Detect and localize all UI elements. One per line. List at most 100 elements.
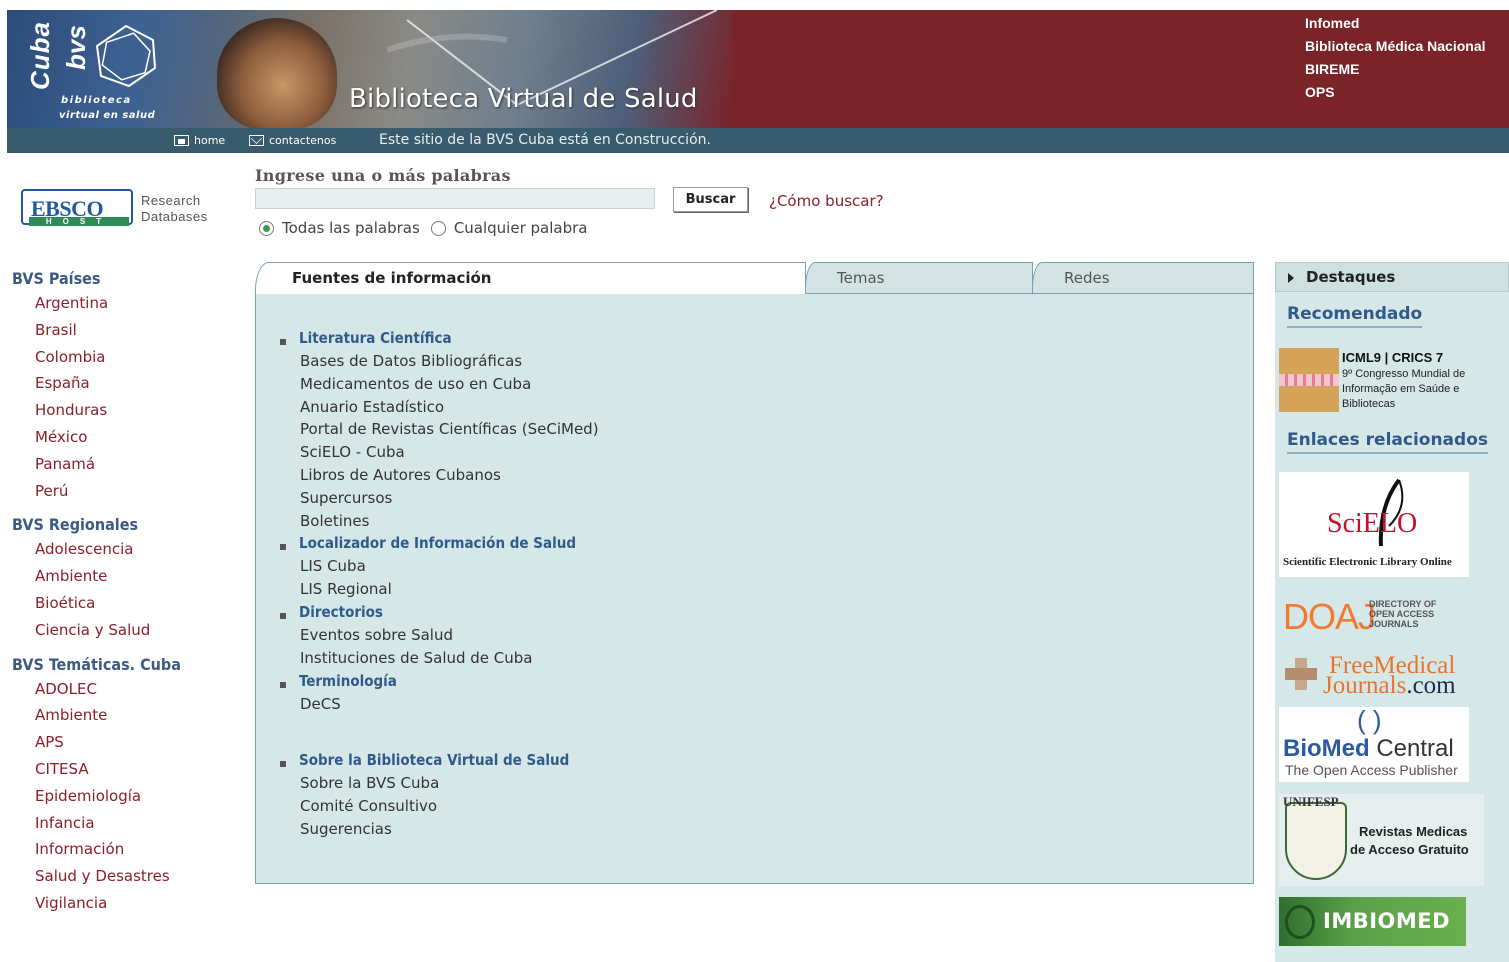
sidebar-item-panama[interactable]: Panamá: [12, 451, 181, 478]
section-directorios[interactable]: Directorios: [280, 603, 383, 621]
radio-any-word-label[interactable]: Cualquier palabra: [454, 219, 588, 237]
search-input[interactable]: [255, 188, 655, 209]
partner-link-bireme[interactable]: BIREME: [1305, 58, 1486, 81]
list-item[interactable]: Boletines: [280, 510, 599, 533]
tab-bar: Fuentes de información Temas Redes: [255, 262, 1254, 294]
fmj-journals: Journals: [1323, 672, 1407, 699]
ebsco-line-1: Research: [141, 193, 201, 208]
search-button[interactable]: Buscar: [673, 187, 748, 212]
doaj-banner[interactable]: DOAJ DIRECTORY OF OPEN ACCESS JOURNALS: [1279, 592, 1469, 637]
imbiomed-banner[interactable]: IMBIOMED: [1279, 897, 1466, 946]
home-link[interactable]: home: [174, 134, 225, 147]
logo-bvs-text: bvs: [61, 25, 91, 70]
section-sobre-bvs[interactable]: Sobre la Biblioteca Virtual de Salud: [280, 751, 569, 769]
list-item[interactable]: Anuario Estadístico: [280, 396, 599, 419]
revistas-line-1: Revistas Medicas: [1359, 824, 1468, 839]
sidebar-item-bioetica[interactable]: Bioética: [12, 590, 181, 617]
sidebar-item-mexico[interactable]: México: [12, 424, 181, 451]
sidebar-item-colombia[interactable]: Colombia: [12, 344, 181, 371]
unifesp-seal-icon: [1285, 802, 1347, 880]
ebsco-logo: EBSCO HOST: [21, 189, 133, 226]
sidebar-item-argentina[interactable]: Argentina: [12, 290, 181, 317]
construction-notice: Este sitio de la BVS Cuba está en Constr…: [379, 132, 711, 148]
radio-all-words-label[interactable]: Todas las palabras: [282, 219, 420, 237]
sidebar-item-ambiente-tematica[interactable]: Ambiente: [12, 702, 181, 729]
list-item[interactable]: Libros de Autores Cubanos: [280, 464, 599, 487]
list-item[interactable]: Medicamentos de uso en Cuba: [280, 373, 599, 396]
icml-subtitle: 9º Congresso Mundial de Informação em Sa…: [1342, 368, 1466, 410]
list-item[interactable]: Bases de Datos Bibliográficas: [280, 350, 599, 373]
list-item[interactable]: Eventos sobre Salud: [280, 624, 599, 647]
section-terminologia[interactable]: Terminología: [280, 672, 397, 690]
sidebar-item-salud-desastres[interactable]: Salud y Desastres: [12, 863, 181, 890]
sidebar-item-espana[interactable]: España: [12, 370, 181, 397]
sidebar-item-ciencia-salud[interactable]: Ciencia y Salud: [12, 617, 181, 644]
doaj-mark: DOAJ: [1283, 596, 1376, 637]
sidebar-item-adolescencia[interactable]: Adolescencia: [12, 536, 181, 563]
tab-temas[interactable]: Temas: [805, 262, 1033, 294]
sidebar-item-ambiente-regional[interactable]: Ambiente: [12, 563, 181, 590]
partner-links: Infomed Biblioteca Médica Nacional BIREM…: [1305, 12, 1486, 104]
list-item[interactable]: Instituciones de Salud de Cuba: [280, 647, 599, 670]
radio-all-words[interactable]: [259, 220, 274, 236]
ebsco-host: HOST: [29, 217, 129, 226]
header-banner: Cuba bvs biblioteca virtual en salud Bib…: [7, 10, 1509, 128]
sidebar-item-adolec[interactable]: ADOLEC: [12, 676, 181, 703]
list-item[interactable]: LIS Regional: [280, 578, 599, 601]
section-literatura-cientifica[interactable]: Literatura Científica: [280, 329, 452, 347]
list-item[interactable]: Comité Consultivo: [280, 795, 599, 818]
envelope-icon: [249, 135, 264, 146]
partner-link-bmn[interactable]: Biblioteca Médica Nacional: [1305, 35, 1486, 58]
list-item[interactable]: DeCS: [280, 693, 599, 716]
list-item[interactable]: Supercursos: [280, 487, 599, 510]
unifesp-name: UNIFESP: [1283, 794, 1339, 809]
biomed-subtitle: The Open Access Publisher: [1285, 762, 1458, 778]
revistas-line-2: de Acceso Gratuito: [1350, 842, 1469, 857]
imbiomed-logo-icon: [1285, 905, 1315, 939]
biomed-logo-icon: ( ): [1357, 705, 1382, 735]
sidebar-item-vigilancia[interactable]: Vigilancia: [12, 890, 181, 917]
logo-tagline-2: virtual en salud: [59, 110, 156, 121]
icml9-banner[interactable]: ICML9 | CRICS 7 9º Congresso Mundial de …: [1279, 348, 1484, 412]
ebsco-research-databases-link[interactable]: EBSCO HOST Research Databases: [17, 185, 232, 229]
list-item[interactable]: Portal de Revistas Científicas (SeCiMed): [280, 418, 599, 441]
sidebar-item-brasil[interactable]: Brasil: [12, 317, 181, 344]
list-item[interactable]: Sugerencias: [280, 818, 599, 841]
scielo-subtitle: Scientific Electronic Library Online: [1283, 556, 1452, 568]
scielo-banner[interactable]: SciELO Scientific Electronic Library Onl…: [1279, 472, 1469, 577]
nav-strip: home contactenos Este sitio de la BVS Cu…: [7, 128, 1509, 153]
medical-cross-icon: [1285, 658, 1317, 690]
biomed-word-2: Central: [1376, 735, 1454, 762]
sidebar-item-aps[interactable]: APS: [12, 729, 181, 756]
list-item[interactable]: LIS Cuba: [280, 555, 599, 578]
sidebar-item-infancia[interactable]: Infancia: [12, 810, 181, 837]
biomed-central-banner[interactable]: ( ) BioMed Central The Open Access Publi…: [1279, 705, 1469, 782]
right-column: Destaques Recomendado ICML9 | CRICS 7 9º…: [1275, 262, 1509, 962]
left-sidebar: BVS Países Argentina Brasil Colombia Esp…: [12, 268, 181, 917]
sources-list: Literatura Científica Bases de Datos Bib…: [280, 327, 599, 841]
sidebar-item-epidemiologia[interactable]: Epidemiología: [12, 783, 181, 810]
sidebar-item-peru[interactable]: Perú: [12, 478, 181, 505]
partner-link-ops[interactable]: OPS: [1305, 81, 1486, 104]
contact-link[interactable]: contactenos: [249, 134, 336, 147]
list-item[interactable]: Sobre la BVS Cuba: [280, 772, 599, 795]
tab-redes[interactable]: Redes: [1032, 262, 1254, 294]
sidebar-heading-paises: BVS Países: [12, 269, 101, 288]
radio-any-word[interactable]: [430, 220, 446, 236]
partner-link-infomed[interactable]: Infomed: [1305, 12, 1486, 35]
bvs-logo-icon[interactable]: [91, 22, 161, 92]
recomendado-heading: Recomendado: [1287, 304, 1423, 328]
section-localizador[interactable]: Localizador de Información de Salud: [280, 534, 576, 552]
sidebar-item-honduras[interactable]: Honduras: [12, 397, 181, 424]
tab-fuentes[interactable]: Fuentes de información: [255, 262, 806, 294]
sidebar-item-informacion[interactable]: Información: [12, 836, 181, 863]
sidebar-item-citesa[interactable]: CITESA: [12, 756, 181, 783]
portrait-image: [217, 18, 337, 128]
biomed-name: BioMed Central: [1283, 735, 1454, 763]
list-item[interactable]: SciELO - Cuba: [280, 441, 599, 464]
freemedicaljournals-banner[interactable]: FreeMedical Journals.com: [1279, 652, 1469, 702]
fmj-dotcom: .com: [1406, 672, 1456, 699]
unifesp-banner[interactable]: UNIFESP Revistas Medicas de Acceso Gratu…: [1279, 794, 1484, 886]
destaques-heading[interactable]: Destaques: [1275, 262, 1509, 292]
how-to-search-link[interactable]: ¿Cómo buscar?: [769, 192, 884, 210]
